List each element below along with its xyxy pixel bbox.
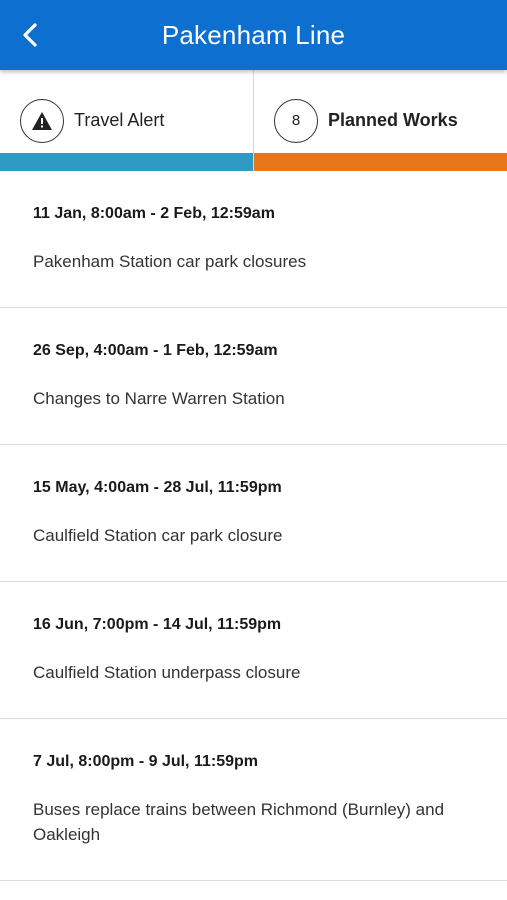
back-button[interactable] xyxy=(12,17,48,53)
travel-alert-color-bar xyxy=(0,153,253,171)
item-date-range: 26 Sep, 4:00am - 1 Feb, 12:59am xyxy=(33,342,278,359)
planned-works-color-bar xyxy=(254,153,507,171)
tab-travel-alert[interactable]: Travel Alert xyxy=(0,70,254,171)
item-date-range: 16 Jun, 7:00pm - 14 Jul, 11:59pm xyxy=(33,616,282,633)
planned-works-count-badge: 8 xyxy=(274,98,318,143)
item-description: Caulfield Station underpass closure xyxy=(33,663,301,682)
page-title: Pakenham Line xyxy=(161,19,346,50)
tab-planned-works-label: Planned Works xyxy=(328,110,458,130)
item-description: Buses replace trains between Richmond (B… xyxy=(33,800,445,844)
chevron-left-icon xyxy=(23,23,37,47)
planned-works-list: 11 Jan, 8:00am - 2 Feb, 12:59am Pakenham… xyxy=(0,171,507,881)
tab-bar: Travel Alert 8 Planned Works xyxy=(0,70,507,171)
list-item[interactable]: 15 May, 4:00am - 28 Jul, 11:59pm Caulfie… xyxy=(0,445,507,582)
item-date-range: 15 May, 4:00am - 28 Jul, 11:59pm xyxy=(33,479,282,496)
list-item[interactable]: 7 Jul, 8:00pm - 9 Jul, 11:59pm Buses rep… xyxy=(0,719,507,881)
warning-triangle-icon xyxy=(32,111,52,130)
list-item[interactable]: 16 Jun, 7:00pm - 14 Jul, 11:59pm Caulfie… xyxy=(0,582,507,719)
tab-travel-alert-label: Travel Alert xyxy=(74,110,165,130)
item-description: Caulfield Station car park closure xyxy=(33,526,283,545)
item-date-range: 7 Jul, 8:00pm - 9 Jul, 11:59pm xyxy=(33,753,258,770)
list-item[interactable]: 26 Sep, 4:00am - 1 Feb, 12:59am Changes … xyxy=(0,308,507,445)
tab-planned-works[interactable]: 8 Planned Works xyxy=(254,70,507,171)
app-header: Pakenham Line xyxy=(0,0,507,70)
tab-icon-circle xyxy=(20,98,64,143)
item-description: Pakenham Station car park closures xyxy=(33,252,307,271)
item-date-range: 11 Jan, 8:00am - 2 Feb, 12:59am xyxy=(33,205,275,222)
list-item[interactable]: 11 Jan, 8:00am - 2 Feb, 12:59am Pakenham… xyxy=(0,171,507,308)
item-description: Changes to Narre Warren Station xyxy=(33,389,285,408)
